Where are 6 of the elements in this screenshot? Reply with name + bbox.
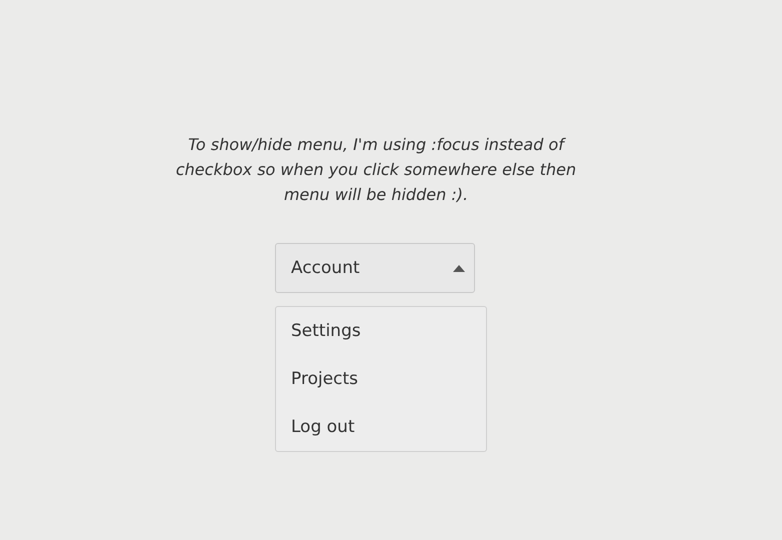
caret-icon: [453, 264, 465, 272]
instruction-text: To show/hide menu, I'm using :focus instead of checkbox so when you click somewhere else then menu will be hidden :).: [174, 134, 578, 206]
account-dropdown-button[interactable]: Account: [275, 243, 475, 293]
menu-item[interactable]: Projects: [276, 355, 486, 403]
menu-item[interactable]: Log out: [276, 403, 486, 451]
menu-item[interactable]: Settings: [276, 307, 486, 355]
